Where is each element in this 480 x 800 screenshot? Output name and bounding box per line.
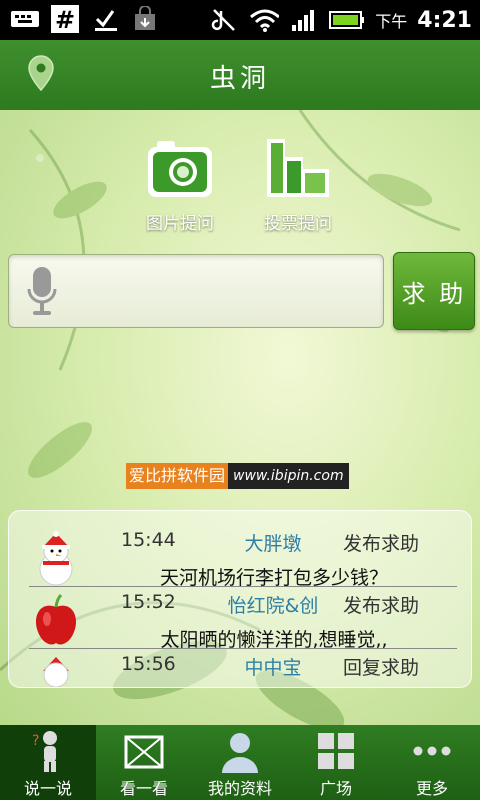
battery-icon — [329, 7, 365, 33]
nav-item-talk[interactable]: ? 说一说 — [0, 725, 96, 800]
apple-avatar — [29, 593, 83, 649]
feed-action: 发布求助 — [343, 533, 420, 555]
photo-question-label: 图片提问 — [146, 214, 214, 234]
feed-time: 15:44 — [121, 529, 176, 551]
nav-item-browse[interactable]: 看一看 — [96, 725, 192, 800]
feed-item[interactable]: 15:52 怡红院&创 发布求助 太阳晒的懒洋洋的,想睡觉,, — [9, 585, 471, 651]
svg-text:?: ? — [32, 733, 39, 749]
nav-label: 看一看 — [119, 779, 168, 798]
status-ampm: 下午 — [375, 12, 408, 31]
photo-question-button[interactable]: 图片提问 — [120, 133, 240, 234]
envelope-icon — [122, 729, 166, 773]
grid-icon — [314, 729, 358, 773]
nav-label: 我的资料 — [207, 779, 272, 798]
help-feed-list[interactable]: 15:44 大胖墩 发布求助 天河机场行李打包多少钱？ 15:52 怡红院&创 … — [8, 510, 472, 688]
nav-label: 更多 — [415, 779, 448, 798]
snowman-avatar — [29, 655, 83, 687]
feed-user[interactable]: 大胖墩 — [213, 529, 333, 556]
nav-item-more[interactable]: 更多 — [384, 725, 480, 800]
watermark: 爱比拼软件园 www.ibipin.com — [126, 463, 349, 489]
vote-question-label: 投票提问 — [264, 214, 332, 234]
bar-chart-icon — [263, 133, 333, 203]
bottom-nav: ? 说一说 看一看 我的资料 广场 更多 — [0, 725, 480, 800]
help-button[interactable]: 求 助 — [393, 252, 475, 330]
nav-item-plaza[interactable]: 广场 — [288, 725, 384, 800]
store-icon — [130, 6, 160, 32]
watermark-cn: 爱比拼软件园 — [126, 463, 229, 489]
feed-user[interactable]: 怡红院&创 — [213, 591, 333, 618]
wifi-icon — [249, 7, 280, 33]
more-icon — [410, 729, 454, 773]
watermark-url: www.ibipin.com — [228, 463, 349, 489]
hash-icon: # — [50, 5, 80, 33]
feed-time: 15:52 — [121, 591, 176, 613]
app-header: 虫洞 — [0, 40, 480, 110]
svg-text:#: # — [55, 6, 75, 33]
microphone-icon[interactable] — [25, 265, 59, 317]
feed-action: 发布求助 — [343, 595, 420, 617]
signal-icon — [289, 7, 319, 33]
page-title: 虫洞 — [209, 64, 270, 94]
keyboard-icon — [10, 6, 40, 32]
feed-action: 回复求助 — [343, 657, 420, 679]
camera-icon — [145, 133, 215, 203]
nav-label: 广场 — [319, 779, 352, 798]
talk-icon: ? — [26, 729, 70, 773]
feed-item[interactable]: 15:44 大胖墩 发布求助 天河机场行李打包多少钱？ — [9, 523, 471, 589]
nav-item-profile[interactable]: 我的资料 — [192, 725, 288, 800]
search-input[interactable] — [8, 254, 384, 328]
download-done-icon — [90, 6, 120, 32]
status-bar: # 下午 4:21 — [0, 0, 480, 40]
nav-label: 说一说 — [23, 779, 72, 798]
profile-icon — [218, 729, 262, 773]
vote-question-button[interactable]: 投票提问 — [238, 133, 358, 234]
status-time: 4:21 — [417, 7, 472, 33]
mute-icon — [209, 7, 239, 33]
feed-time: 15:56 — [121, 653, 176, 675]
feed-user[interactable]: 中中宝 — [213, 653, 333, 680]
snowman-avatar — [29, 531, 83, 587]
feed-item[interactable]: 15:56 中中宝 回复求助 — [9, 647, 471, 687]
